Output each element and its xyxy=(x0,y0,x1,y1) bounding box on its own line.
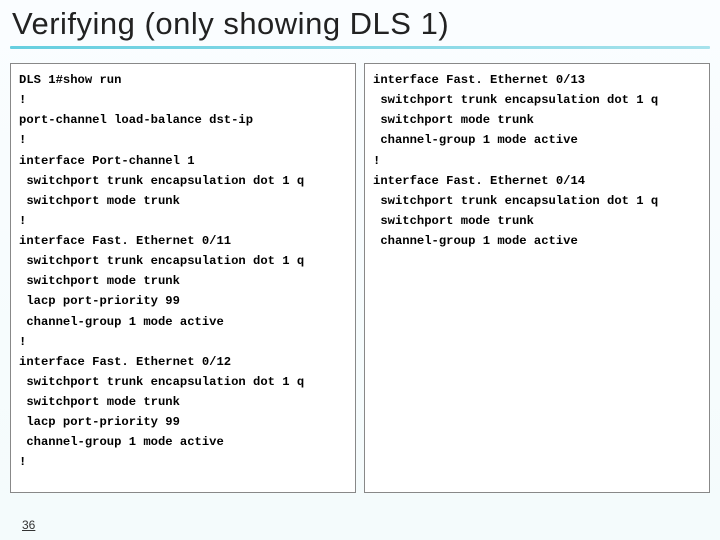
slide-title: Verifying (only showing DLS 1) xyxy=(0,0,720,42)
two-column-layout: DLS 1#show run ! port-channel load-balan… xyxy=(0,49,720,493)
right-code-box: interface Fast. Ethernet 0/13 switchport… xyxy=(364,63,710,493)
left-code-block: DLS 1#show run ! port-channel load-balan… xyxy=(19,70,347,473)
page-number: 36 xyxy=(22,518,35,532)
right-code-block: interface Fast. Ethernet 0/13 switchport… xyxy=(373,70,701,251)
left-code-box: DLS 1#show run ! port-channel load-balan… xyxy=(10,63,356,493)
